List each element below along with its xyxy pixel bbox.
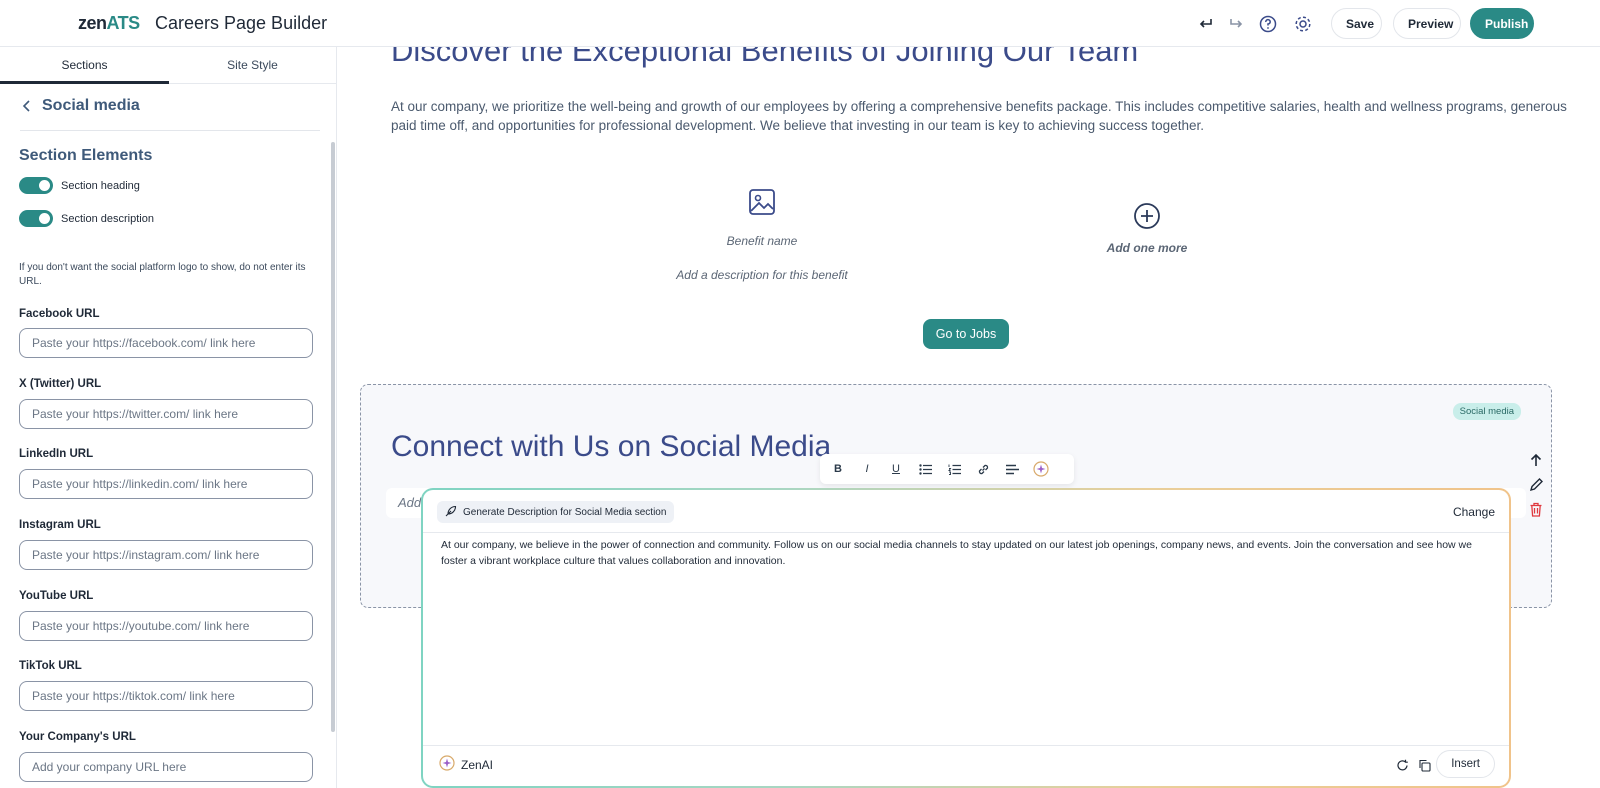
benefit-name[interactable]: Benefit name — [637, 234, 887, 248]
tiktok-url-label: TikTok URL — [19, 660, 82, 672]
divider — [423, 532, 1509, 533]
section-name: Social media — [42, 97, 140, 114]
help-icon[interactable] — [1256, 12, 1280, 36]
sidebar-tabs: Sections Site Style — [0, 47, 337, 84]
instagram-url-input[interactable]: Paste your https://instagram.com/ link h… — [19, 540, 313, 570]
regenerate-icon[interactable] — [1395, 758, 1409, 772]
tab-site-style[interactable]: Site Style — [168, 47, 337, 84]
instagram-url-label: Instagram URL — [19, 519, 101, 531]
settings-gear-icon[interactable] — [1291, 12, 1315, 36]
section-description-toggle[interactable] — [19, 210, 53, 227]
toggle-label: Section description — [61, 212, 154, 225]
underline-icon[interactable]: U — [888, 461, 904, 477]
move-up-arrow-icon[interactable] — [1521, 447, 1551, 472]
youtube-url-label: YouTube URL — [19, 590, 94, 602]
image-placeholder-icon[interactable] — [747, 187, 777, 222]
align-left-icon[interactable] — [1004, 461, 1020, 477]
zenai-generate-dialog: Generate Description for Social Media se… — [421, 488, 1511, 788]
add-one-more-label: Add one more — [1106, 241, 1188, 255]
bold-icon[interactable]: B — [830, 461, 846, 477]
sidebar: Sections Site Style Social media Section… — [0, 47, 337, 788]
tiktok-url-input[interactable]: Paste your https://tiktok.com/ link here — [19, 681, 313, 711]
benefits-heading[interactable]: Discover the Exceptional Benefits of Joi… — [391, 47, 1138, 69]
social-heading[interactable]: Connect with Us on Social Media — [391, 430, 831, 464]
zenai-brand: ZenAI — [439, 755, 493, 774]
change-prompt-button[interactable]: Change — [1453, 505, 1495, 519]
section-elements-title: Section Elements — [19, 147, 153, 164]
edit-pencil-icon[interactable] — [1521, 472, 1551, 497]
toggle-row-description: Section description — [19, 210, 154, 227]
link-icon[interactable] — [975, 461, 991, 477]
ai-actions — [1395, 758, 1431, 772]
linkedin-url-label: LinkedIn URL — [19, 448, 94, 460]
twitter-url-label: X (Twitter) URL — [19, 378, 102, 390]
copy-icon[interactable] — [1417, 758, 1431, 772]
numbered-list-icon[interactable] — [946, 461, 962, 477]
facebook-url-input[interactable]: Paste your https://facebook.com/ link he… — [19, 328, 313, 358]
prompt-chip: Generate Description for Social Media se… — [437, 501, 675, 523]
section-type-badge: Social media — [1452, 403, 1521, 420]
back-to-sections[interactable]: Social media — [20, 97, 320, 131]
tab-sections[interactable]: Sections — [0, 47, 169, 84]
publish-button[interactable]: Publish — [1470, 8, 1534, 39]
undo-icon[interactable] — [1194, 12, 1218, 36]
company-url-label: Your Company's URL — [19, 731, 136, 743]
italic-icon[interactable]: I — [859, 461, 875, 477]
logo-hint-text: If you don't want the social platform lo… — [19, 262, 306, 287]
go-to-jobs-button[interactable]: Go to Jobs — [923, 319, 1009, 349]
twitter-url-input[interactable]: Paste your https://twitter.com/ link her… — [19, 399, 313, 429]
divider — [423, 745, 1509, 746]
top-bar: zenATS Careers Page Builder Save Preview… — [0, 0, 1600, 47]
preview-button[interactable]: Preview — [1393, 8, 1461, 39]
benefit-card[interactable]: Benefit name Add a description for this … — [637, 187, 887, 282]
plus-circle-icon — [1133, 202, 1161, 235]
zenai-sparkle-icon — [439, 755, 455, 774]
feather-pen-icon — [445, 505, 457, 520]
linkedin-url-input[interactable]: Paste your https://linkedin.com/ link he… — [19, 469, 313, 499]
ai-sparkle-icon[interactable] — [1033, 461, 1049, 477]
facebook-url-label: Facebook URL — [19, 308, 100, 320]
benefits-paragraph[interactable]: At our company, we prioritize the well-b… — [391, 97, 1571, 135]
prompt-chip-label: Generate Description for Social Media se… — [463, 506, 667, 518]
toggle-row-heading: Section heading — [19, 177, 140, 194]
save-button[interactable]: Save — [1331, 8, 1382, 39]
generated-description-text[interactable]: At our company, we believe in the power … — [441, 537, 1481, 569]
add-benefit-button[interactable]: Add one more — [1072, 202, 1222, 255]
toggle-label: Section heading — [61, 179, 140, 192]
company-url-input[interactable]: Add your company URL here — [19, 752, 313, 782]
chevron-left-icon — [20, 97, 34, 120]
insert-button[interactable]: Insert — [1436, 750, 1495, 778]
zenats-logo: zenATS — [78, 13, 140, 33]
section-tools — [1521, 447, 1551, 522]
section-heading-toggle[interactable] — [19, 177, 53, 194]
sidebar-scrollbar[interactable] — [331, 142, 335, 732]
app-title: Careers Page Builder — [155, 13, 328, 33]
redo-icon[interactable] — [1224, 12, 1248, 36]
youtube-url-input[interactable]: Paste your https://youtube.com/ link her… — [19, 611, 313, 641]
bullet-list-icon[interactable] — [917, 461, 933, 477]
zenai-label: ZenAI — [461, 757, 494, 772]
delete-trash-icon[interactable] — [1521, 497, 1551, 522]
benefit-description[interactable]: Add a description for this benefit — [637, 268, 887, 282]
formatting-toolbar: B I U — [820, 454, 1074, 484]
